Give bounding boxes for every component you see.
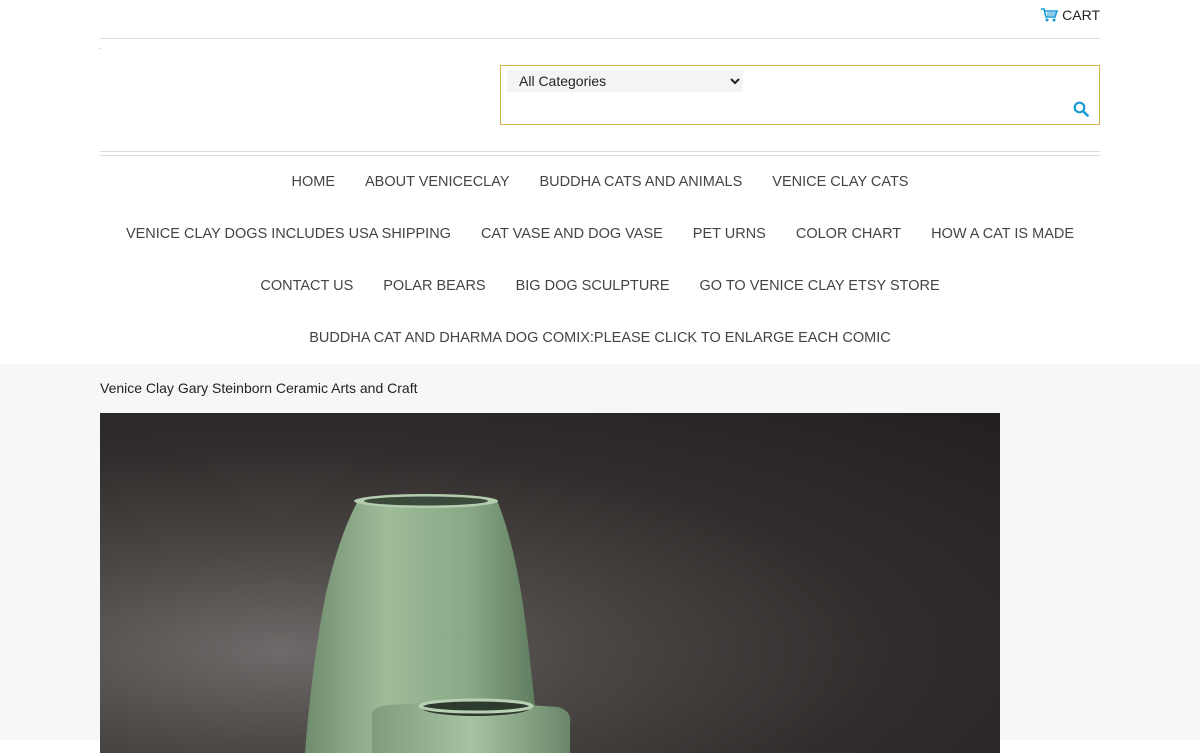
- main-nav: HOME ABOUT VENICECLAY BUDDHA CATS AND AN…: [100, 156, 1100, 365]
- green-vases-illustration: [305, 494, 571, 753]
- top-bar: CART: [100, 0, 1100, 39]
- nav-item-buddha-cats[interactable]: BUDDHA CATS AND ANIMALS: [525, 157, 758, 209]
- nav-item-color-chart[interactable]: COLOR CHART: [781, 209, 916, 261]
- nav-item-contact[interactable]: CONTACT US: [245, 261, 368, 313]
- tall-vase-mouth: [364, 496, 488, 506]
- cart-link[interactable]: CART: [1040, 7, 1100, 23]
- content-area: Venice Clay Gary Steinborn Ceramic Arts …: [0, 364, 1200, 753]
- nav-item-cat-dog-vase[interactable]: CAT VASE AND DOG VASE: [466, 209, 678, 261]
- nav-item-etsy-store[interactable]: GO TO VENICE CLAY ETSY STORE: [685, 261, 955, 313]
- hero-photo[interactable]: [100, 413, 1000, 753]
- nav-item-comix[interactable]: BUDDHA CAT AND DHARMA DOG COMIX:PLEASE C…: [294, 313, 905, 365]
- category-select[interactable]: All Categories: [507, 70, 743, 92]
- nav-item-how-cat-made[interactable]: HOW A CAT IS MADE: [916, 209, 1089, 261]
- header: All Categories: [100, 39, 1100, 152]
- nav-item-about[interactable]: ABOUT VENICECLAY: [350, 157, 525, 209]
- nav-item-venice-clay-cats[interactable]: VENICE CLAY CATS: [757, 157, 923, 209]
- nav-item-home[interactable]: HOME: [277, 157, 351, 209]
- cart-icon: [1041, 8, 1059, 22]
- nav-item-polar-bears[interactable]: POLAR BEARS: [368, 261, 500, 313]
- search-icon[interactable]: [1073, 101, 1089, 117]
- nav-item-pet-urns[interactable]: PET URNS: [678, 209, 781, 261]
- logo-placeholder: [100, 48, 101, 49]
- nav-item-venice-clay-dogs[interactable]: VENICE CLAY DOGS INCLUDES USA SHIPPING: [111, 209, 466, 261]
- page-container: CART All Categories HOME ABOUT VENICECLA…: [100, 0, 1100, 365]
- search-box: All Categories: [500, 65, 1100, 125]
- nav-item-big-dog[interactable]: BIG DOG SCULPTURE: [501, 261, 685, 313]
- cart-label: CART: [1062, 7, 1100, 23]
- page-title: Venice Clay Gary Steinborn Ceramic Arts …: [100, 380, 418, 396]
